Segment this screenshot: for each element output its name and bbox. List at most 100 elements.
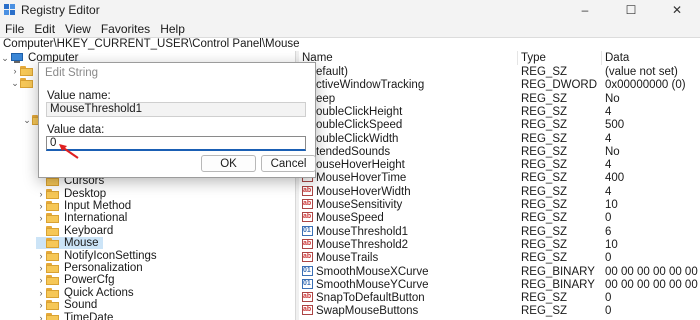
tree-item-powercfg[interactable]: › PowerCfg (36, 274, 119, 286)
value-type: REG_SZ (521, 238, 568, 251)
folder-icon (46, 262, 60, 273)
chevron-down-icon[interactable]: ⌄ (0, 53, 10, 64)
tree-item-hive[interactable]: › (10, 65, 38, 77)
folder-icon (46, 213, 60, 224)
table-row[interactable]: oubleClickSpeed REG_SZ 500 (299, 119, 700, 132)
column-header-name[interactable]: Name (299, 51, 518, 65)
chevron-down-icon[interactable]: ⌄ (10, 78, 20, 89)
value-type: REG_SZ (521, 305, 568, 318)
menu-edit[interactable]: Edit (29, 22, 60, 36)
menu-file[interactable]: File (0, 22, 29, 36)
chevron-right-icon[interactable]: › (36, 288, 46, 298)
annotation-arrow-icon (59, 144, 79, 159)
table-row[interactable]: MouseSensitivity REG_SZ 10 (299, 199, 700, 212)
value-data: 0 (605, 212, 612, 225)
column-header-type[interactable]: Type (518, 51, 602, 65)
minimize-button[interactable]: – (562, 0, 608, 20)
chevron-right-icon[interactable]: › (10, 66, 20, 76)
binary-value-icon (302, 278, 313, 290)
ok-button[interactable]: OK (201, 155, 256, 172)
value-type: REG_SZ (521, 172, 568, 185)
value-data: 0 (605, 252, 612, 265)
chevron-right-icon[interactable]: › (36, 313, 46, 320)
tree-item-notifyiconsettings[interactable]: › NotifyIconSettings (36, 249, 161, 262)
tree-item-timedate[interactable]: › TimeDate (36, 311, 117, 320)
tree-item-label: TimeDate (64, 311, 114, 320)
table-row[interactable]: SmoothMouseYCurve REG_BINARY 00 00 00 00 0… (299, 278, 700, 292)
folder-icon (46, 250, 60, 261)
chevron-down-icon[interactable]: ⌄ (22, 115, 32, 126)
tree-item-label: Input Method (64, 199, 132, 212)
table-row[interactable]: oubleClickWidth REG_SZ 4 (299, 132, 700, 146)
tree-item-label: PowerCfg (64, 274, 115, 287)
value-data: 00 00 00 00 00 00 00 00 1 (605, 265, 700, 278)
table-row[interactable]: ctiveWindowTracking REG_DWORD 0x00000000 (… (299, 79, 700, 92)
chevron-right-icon[interactable]: › (36, 189, 46, 199)
maximize-button[interactable]: ☐ (608, 0, 654, 20)
value-data: 4 (605, 185, 612, 198)
tree-item-input-method[interactable]: › Input Method (36, 200, 135, 212)
tree-item-personalization[interactable]: › Personalization (36, 262, 147, 274)
value-name: tendedSounds (316, 145, 391, 158)
string-value-icon (302, 252, 313, 263)
column-header-data[interactable]: Data (602, 51, 700, 65)
table-row[interactable]: MouseHoverTime REG_SZ 400 (299, 172, 700, 185)
tree-item-international[interactable]: › International (36, 212, 131, 224)
folder-icon (46, 188, 60, 199)
chevron-right-icon[interactable]: › (36, 201, 46, 211)
tree-item-keyboard[interactable]: Keyboard (36, 225, 117, 237)
address-bar[interactable]: Computer\HKEY_CURRENT_USER\Control Panel… (0, 37, 700, 51)
table-row[interactable]: efault) REG_SZ (value not set) (299, 66, 700, 79)
tree-item-label: Personalization (64, 261, 143, 274)
registry-editor-app-icon (4, 4, 16, 16)
cancel-button[interactable]: Cancel (261, 155, 316, 172)
value-name-field[interactable]: MouseThreshold1 (46, 102, 306, 117)
value-name: MouseHoverWidth (316, 185, 411, 198)
values-list[interactable]: Name Type Data efault) REG_SZ (value not s… (299, 51, 700, 320)
folder-icon (46, 225, 60, 236)
folder-icon (46, 275, 60, 286)
close-button[interactable]: ✕ (654, 0, 700, 20)
table-row[interactable]: MouseThreshold1 REG_SZ 6 (299, 225, 700, 239)
table-row[interactable]: ouseHoverHeight REG_SZ 4 (299, 159, 700, 172)
table-row[interactable]: tendedSounds REG_SZ No (299, 145, 700, 159)
chevron-right-icon[interactable]: › (36, 300, 46, 310)
table-row[interactable]: MouseThreshold2 REG_SZ 10 (299, 238, 700, 252)
table-row[interactable]: oubleClickHeight REG_SZ 4 (299, 105, 700, 119)
chevron-right-icon[interactable]: › (36, 275, 46, 285)
value-name: oubleClickWidth (316, 132, 399, 145)
menu-favorites[interactable]: Favorites (96, 22, 155, 36)
table-row[interactable]: MouseTrails REG_SZ 0 (299, 252, 700, 265)
tree-item-mouse[interactable]: Mouse (36, 237, 103, 250)
string-value-icon (302, 185, 313, 197)
tree-item-label: Mouse (64, 237, 99, 250)
tree-item-hive[interactable]: ⌄ (10, 77, 38, 89)
table-row[interactable]: SnapToDefaultButton REG_SZ 0 (299, 292, 700, 305)
value-data: 6 (605, 225, 612, 238)
value-data: 4 (605, 159, 612, 172)
table-row[interactable]: eep REG_SZ No (299, 92, 700, 106)
menu-bar: File Edit View Favorites Help (0, 20, 700, 37)
menu-view[interactable]: View (60, 22, 96, 36)
table-row[interactable]: MouseSpeed REG_SZ 0 (299, 212, 700, 225)
table-row[interactable]: SmoothMouseXCurve REG_BINARY 00 00 00 00 0… (299, 265, 700, 279)
value-type: REG_SZ (521, 292, 568, 305)
value-type: REG_SZ (521, 145, 568, 158)
table-row[interactable]: SwapMouseButtons REG_SZ 0 (299, 305, 700, 318)
tree-item-label: Keyboard (64, 224, 114, 237)
folder-icon (46, 312, 60, 320)
table-row[interactable]: MouseHoverWidth REG_SZ 4 (299, 185, 700, 199)
value-name: oubleClickHeight (316, 105, 403, 118)
chevron-right-icon[interactable]: › (36, 263, 46, 273)
chevron-right-icon[interactable]: › (36, 213, 46, 223)
tree-item-sound[interactable]: › Sound (36, 299, 101, 311)
chevron-right-icon[interactable]: › (36, 251, 46, 261)
menu-help[interactable]: Help (155, 22, 190, 36)
value-data: No (605, 92, 620, 105)
tree-item-desktop[interactable]: › Desktop (36, 187, 110, 200)
value-name: MouseHoverTime (316, 172, 407, 185)
value-type: REG_SZ (521, 92, 568, 105)
value-type: REG_SZ (521, 66, 568, 78)
value-data: 00 00 00 00 00 00 00 00 fd (605, 278, 700, 291)
tree-item-quick-actions[interactable]: › Quick Actions (36, 287, 138, 299)
